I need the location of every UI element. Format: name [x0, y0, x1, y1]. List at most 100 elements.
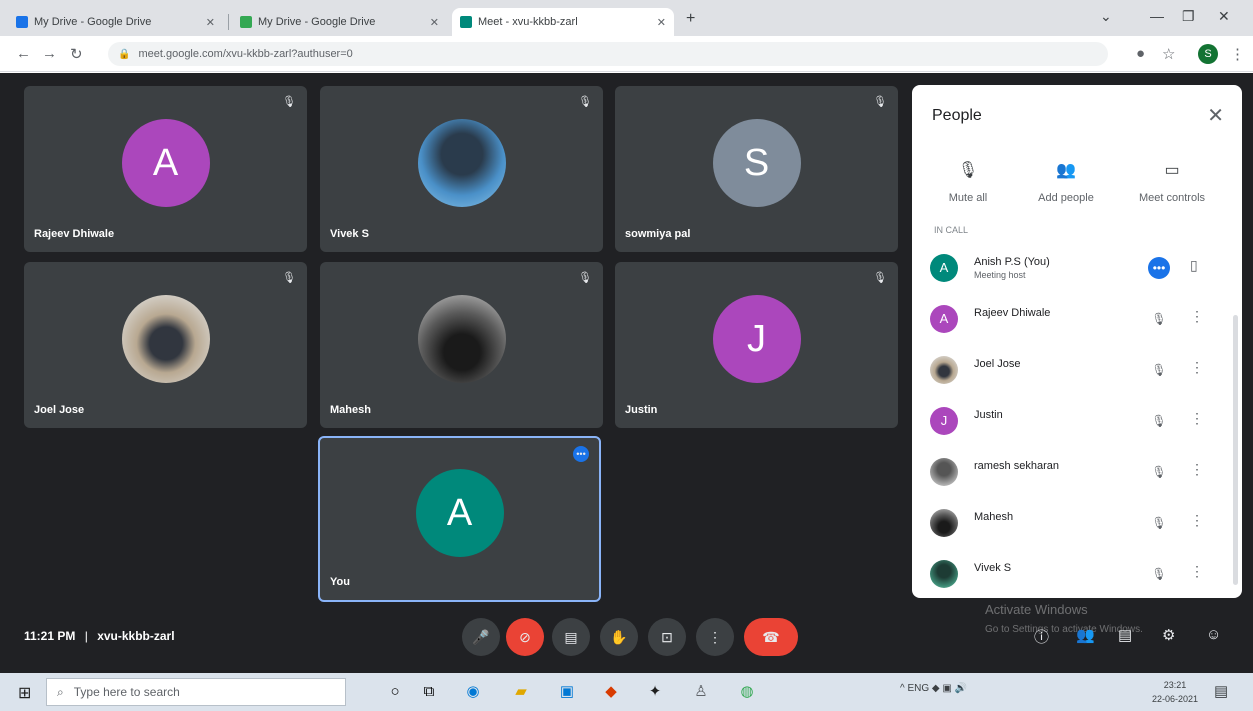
- mic-muted-icon[interactable]: 🎙: [1148, 410, 1170, 432]
- close-window-button[interactable]: ✕: [1218, 8, 1230, 25]
- host-controls-icon[interactable]: ☺: [1206, 626, 1221, 643]
- tab-separator: [228, 14, 229, 30]
- participant-row[interactable]: A Anish P.S (You) Meeting host ••• ▯: [912, 242, 1242, 293]
- mic-muted-icon[interactable]: 🎙: [1148, 563, 1170, 585]
- taskbar-search-input[interactable]: ⌕ Type here to search: [46, 678, 346, 706]
- participant-tile[interactable]: 🎙 Vivek S: [320, 86, 603, 252]
- chrome-icon[interactable]: ◍: [736, 682, 758, 702]
- system-tray[interactable]: ^ ENG ◆ ▣ 🔊: [900, 683, 967, 694]
- mic-on-icon[interactable]: •••: [1148, 257, 1170, 279]
- participant-tile[interactable]: S 🎙 sowmiya pal: [615, 86, 898, 252]
- participant-list: A Anish P.S (You) Meeting host ••• ▯ A R…: [912, 242, 1242, 598]
- panel-scrollbar[interactable]: [1233, 315, 1238, 585]
- address-bar-row: ← → ↻ 🔒 meet.google.com/xvu-kkbb-zarl?au…: [0, 36, 1253, 72]
- close-tab-icon[interactable]: ✕: [430, 16, 439, 29]
- more-options-button[interactable]: ⋮: [696, 618, 734, 656]
- clock-time: 23:21: [1163, 680, 1187, 690]
- more-options-icon[interactable]: ⋮: [1190, 461, 1204, 478]
- participant-name: Justin: [974, 409, 1003, 421]
- participant-tile[interactable]: J 🎙 Justin: [615, 262, 898, 428]
- office-icon[interactable]: ◆: [600, 682, 622, 702]
- participant-avatar: A: [121, 119, 210, 207]
- browser-tab[interactable]: My Drive - Google Drive ✕: [232, 8, 447, 36]
- meeting-info: 11:21 PM | xvu-kkbb-zarl: [24, 629, 175, 643]
- tab-search-icon[interactable]: ⌄: [1100, 8, 1112, 25]
- mic-muted-icon: 🎙: [282, 272, 296, 284]
- browser-menu-icon[interactable]: ⋮: [1230, 45, 1245, 63]
- meeting-separator: |: [84, 629, 88, 643]
- self-name: You: [330, 576, 350, 588]
- more-options-icon[interactable]: ⋮: [1190, 512, 1204, 529]
- browser-tab-active[interactable]: Meet - xvu-kkbb-zarl ✕: [452, 8, 674, 36]
- more-options-icon[interactable]: ⋮: [1190, 410, 1204, 427]
- mic-muted-icon[interactable]: 🎙: [1148, 461, 1170, 483]
- participant-name: ramesh sekharan: [974, 460, 1059, 472]
- notifications-icon[interactable]: ▤: [1214, 682, 1228, 700]
- more-options-icon[interactable]: ⋮: [1190, 359, 1204, 376]
- tab-title: My Drive - Google Drive: [34, 16, 152, 28]
- browser-tab[interactable]: My Drive - Google Drive ✕: [8, 8, 223, 36]
- close-panel-button[interactable]: ✕: [1207, 103, 1224, 128]
- more-options-icon[interactable]: ⋮: [1190, 563, 1204, 580]
- participant-tile[interactable]: A 🎙 Rajeev Dhiwale: [24, 86, 307, 252]
- participant-avatar: J: [712, 295, 801, 383]
- bookmark-star-icon[interactable]: ☆: [1162, 45, 1175, 63]
- app-icon[interactable]: ✦: [644, 682, 666, 702]
- end-call-button[interactable]: ☎: [744, 618, 798, 656]
- chat-icon[interactable]: ▤: [1118, 626, 1132, 644]
- mic-muted-icon[interactable]: 🎙: [1148, 359, 1170, 381]
- camera-off-button[interactable]: ⊘: [506, 618, 544, 656]
- close-tab-icon[interactable]: ✕: [206, 16, 215, 29]
- participant-tile[interactable]: 🎙 Joel Jose: [24, 262, 307, 428]
- present-button[interactable]: ⊡: [648, 618, 686, 656]
- meeting-details-icon[interactable]: ⓘ: [1034, 626, 1049, 647]
- mute-all-button[interactable]: 🎙 Mute all: [918, 160, 1018, 204]
- participant-row[interactable]: A Rajeev Dhiwale 🎙 ⋮: [912, 293, 1242, 344]
- more-options-icon[interactable]: ⋮: [1190, 308, 1204, 325]
- url-input[interactable]: 🔒 meet.google.com/xvu-kkbb-zarl?authuser…: [108, 42, 1108, 66]
- people-icon[interactable]: 👥: [1076, 626, 1095, 644]
- camera-permission-icon[interactable]: ●: [1136, 45, 1145, 62]
- participant-row[interactable]: Vivek S 🎙 ⋮: [912, 548, 1242, 598]
- captions-button[interactable]: ▤: [552, 618, 590, 656]
- close-tab-icon[interactable]: ✕: [657, 16, 666, 29]
- participant-name: Anish P.S (You): [974, 256, 1050, 268]
- profile-avatar[interactable]: S: [1198, 44, 1218, 64]
- participant-row[interactable]: Joel Jose 🎙 ⋮: [912, 344, 1242, 395]
- participant-row[interactable]: J Justin 🎙 ⋮: [912, 395, 1242, 446]
- windows-start-icon[interactable]: ⊞: [18, 683, 31, 703]
- back-arrow-icon[interactable]: ←: [16, 45, 31, 62]
- forward-arrow-icon[interactable]: →: [42, 45, 57, 62]
- action-label: Add people: [1038, 192, 1094, 204]
- add-people-button[interactable]: 👥 Add people: [1016, 160, 1116, 204]
- pin-icon[interactable]: ▯: [1190, 257, 1198, 274]
- participant-tile[interactable]: 🎙 Mahesh: [320, 262, 603, 428]
- lock-icon: 🔒: [118, 48, 131, 60]
- maximize-button[interactable]: ❐: [1182, 8, 1195, 25]
- activities-icon[interactable]: ⚙: [1162, 626, 1175, 644]
- self-tile[interactable]: A ••• You: [318, 436, 601, 602]
- taskbar-clock[interactable]: 23:21 22-06-2021: [1152, 678, 1198, 706]
- minimize-button[interactable]: —: [1150, 8, 1164, 24]
- meet-controls-button[interactable]: ▭ Meet controls: [1122, 160, 1222, 204]
- participant-row[interactable]: Mahesh 🎙 ⋮: [912, 497, 1242, 548]
- store-icon[interactable]: ▣: [556, 682, 578, 702]
- mic-muted-icon[interactable]: 🎙: [1148, 308, 1170, 330]
- edge-icon[interactable]: ◉: [462, 682, 484, 702]
- new-tab-button[interactable]: +: [686, 10, 695, 28]
- raise-hand-button[interactable]: ✋: [600, 618, 638, 656]
- mic-toggle-button[interactable]: 🎤: [462, 618, 500, 656]
- person-app-icon[interactable]: ♙: [690, 682, 712, 702]
- tab-title: My Drive - Google Drive: [258, 16, 376, 28]
- cortana-icon[interactable]: ○: [384, 682, 406, 702]
- participant-name: Joel Jose: [974, 358, 1021, 370]
- participant-name: sowmiya pal: [625, 228, 691, 240]
- participant-row[interactable]: ramesh sekharan 🎙 ⋮: [912, 446, 1242, 497]
- file-explorer-icon[interactable]: ▰: [510, 682, 532, 702]
- url-text: meet.google.com/xvu-kkbb-zarl?authuser=0: [138, 48, 353, 60]
- meeting-code[interactable]: xvu-kkbb-zarl: [97, 629, 174, 643]
- mic-muted-icon[interactable]: 🎙: [1148, 512, 1170, 534]
- task-view-icon[interactable]: ⧉: [418, 682, 440, 702]
- action-label: Meet controls: [1138, 192, 1206, 204]
- reload-icon[interactable]: ↻: [70, 45, 83, 63]
